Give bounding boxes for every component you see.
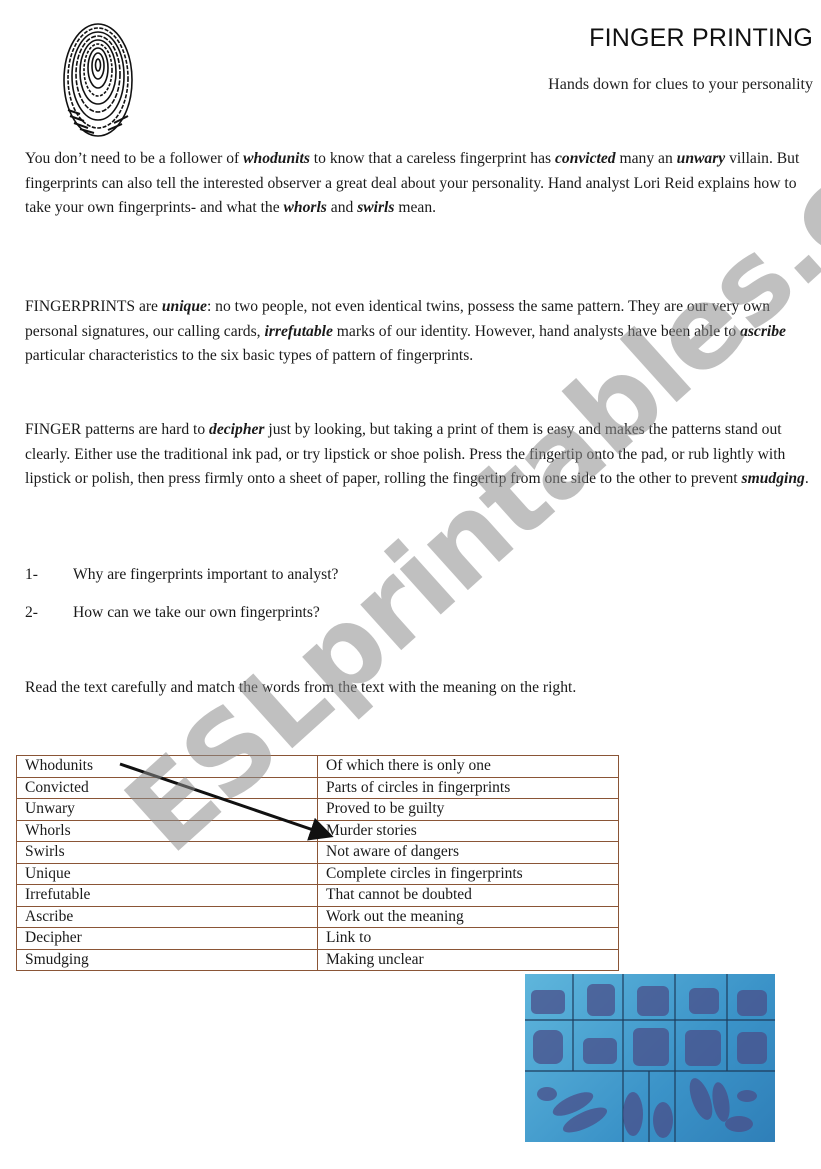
word-cell: Swirls (16, 841, 318, 864)
key-word: unwary (676, 150, 726, 167)
meaning-cell: Work out the meaning (317, 905, 619, 928)
table-row: Decipher Link to (16, 927, 619, 950)
table-row: Whodunits Of which there is only one (16, 755, 619, 778)
key-word: convicted (554, 150, 616, 167)
paragraph-text: . (804, 470, 809, 487)
meaning-cell: Link to (317, 927, 619, 950)
table-row: Convicted Parts of circles in fingerprint… (16, 776, 619, 799)
word-cell: Smudging (16, 948, 318, 971)
meaning-cell: Proved to be guilty (317, 798, 619, 821)
paragraph-intro: You don’t need to be a follower of whodu… (25, 147, 815, 221)
table-row: Irrefutable That cannot be doubted (16, 884, 619, 907)
paragraph-text: marks of our identity. However, hand ana… (332, 322, 741, 340)
paragraph-unique: FINGERPRINTS are unique: no two people, … (25, 295, 815, 369)
paragraph-text: FINGERPRINTS are (25, 298, 162, 315)
question-text: Why are fingerprints important to analys… (73, 566, 339, 583)
meaning-cell: Parts of circles in fingerprints (317, 776, 619, 799)
word-cell: Whodunits (16, 755, 318, 778)
meaning-cell: Making unclear (317, 948, 619, 971)
table-row: Ascribe Work out the meaning (16, 905, 619, 928)
paragraph-text: mean. (394, 199, 437, 216)
paragraph-text: to know that a careless fingerprint has (309, 150, 555, 167)
paragraph-text: FINGER patterns are hard to (25, 421, 210, 438)
table-row: Swirls Not aware of dangers (16, 841, 619, 864)
meaning-cell: Complete circles in fingerprints (317, 862, 619, 885)
page-title: FINGER PRINTING (589, 24, 813, 52)
key-word: unique (161, 298, 207, 315)
key-word: ascribe (740, 322, 786, 340)
word-cell: Irrefutable (16, 884, 318, 907)
key-word: smudging (741, 470, 805, 487)
paragraph-text: and (326, 199, 358, 216)
key-word: whodunits (243, 150, 310, 167)
table-row: Smudging Making unclear (16, 948, 619, 971)
paragraph-text: particular characteristics to the six ba… (25, 347, 474, 364)
key-word: swirls (357, 199, 395, 216)
table-row: Whorls Murder stories (16, 819, 619, 842)
key-word: irrefutable (264, 322, 333, 340)
word-cell: Convicted (16, 776, 318, 799)
matching-table: Whodunits Of which there is only one Convi… (16, 755, 619, 971)
word-cell: Unique (16, 862, 318, 885)
paragraph-text: You don’t need to be a follower of (25, 150, 244, 167)
paragraph-text: many an (615, 150, 677, 167)
word-cell: Ascribe (16, 905, 318, 928)
meaning-cell: That cannot be doubted (317, 884, 619, 907)
question-item: 1- Why are fingerprints important to anal… (25, 566, 338, 584)
word-cell: Whorls (16, 819, 318, 842)
meaning-cell: Murder stories (317, 819, 619, 842)
meaning-cell: Not aware of dangers (317, 841, 619, 864)
word-cell: Unwary (16, 798, 318, 821)
key-word: whorls (283, 199, 327, 216)
table-row: Unwary Proved to be guilty (16, 798, 619, 821)
fingerprint-icon (63, 23, 133, 137)
question-number: 2- (25, 604, 38, 621)
page-subtitle: Hands down for clues to your personality (548, 76, 813, 93)
question-text: How can we take our own fingerprints? (73, 604, 320, 621)
paragraph-decipher: FINGER patterns are hard to decipher jus… (25, 418, 815, 492)
table-row: Unique Complete circles in fingerprints (16, 862, 619, 885)
key-word: decipher (209, 421, 265, 438)
fingerprint-card-photo (525, 974, 775, 1142)
fingerprint-card-image (525, 974, 775, 1142)
word-cell: Decipher (16, 927, 318, 950)
question-number: 1- (25, 566, 38, 583)
matching-instruction: Read the text carefully and match the wo… (25, 679, 577, 696)
meaning-cell: Of which there is only one (317, 755, 619, 778)
question-item: 2- How can we take our own fingerprints? (25, 604, 320, 622)
